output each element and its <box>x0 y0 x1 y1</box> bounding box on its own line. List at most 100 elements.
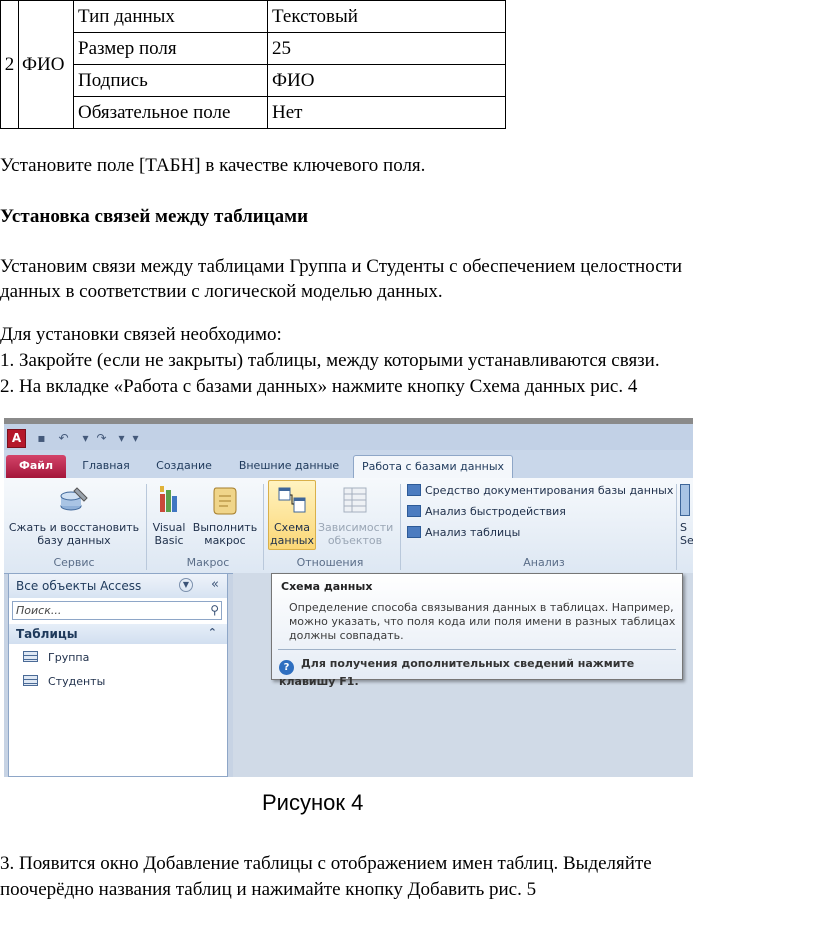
cut-off-icon <box>680 484 690 516</box>
save-icon[interactable]: ▪ <box>34 431 49 445</box>
performance-label: Анализ быстродействия <box>425 505 566 518</box>
compact-label-2: базу данных <box>37 534 111 547</box>
collapse-pane-icon[interactable]: « <box>211 577 219 592</box>
figure-caption: Рисунок 4 <box>262 790 364 815</box>
tab-database-tools[interactable]: Работа с базами данных <box>353 455 513 478</box>
vb-label-2: Basic <box>154 534 184 547</box>
analyze-table-button[interactable]: Анализ таблицы <box>407 526 520 539</box>
quick-access-toolbar: A ▪ ↶ ▾ ↷ ▾ ▾ <box>4 418 693 450</box>
group-divider <box>146 484 147 570</box>
step-1: 1. Закройте (если не закрыты) таблицы, м… <box>0 350 660 371</box>
tooltip-divider <box>278 649 676 650</box>
analyze-table-icon <box>407 526 421 538</box>
redo-icon[interactable]: ↷ <box>94 431 109 445</box>
search-icon[interactable]: ⚲ <box>210 603 219 617</box>
table-row: Подпись ФИО <box>1 64 506 97</box>
value-cell: ФИО <box>267 64 506 97</box>
object-dependencies-button[interactable]: Зависимости объектов <box>318 484 394 547</box>
tooltip-help: ? Для получения дополнительных сведений н… <box>279 657 682 688</box>
property-cell: Размер поля <box>73 32 268 65</box>
relationships-icon <box>278 487 306 513</box>
tab-file[interactable]: Файл <box>6 455 66 478</box>
cut-off-ribbon-button[interactable]: S Se <box>680 484 693 547</box>
list-item[interactable]: Группа <box>23 651 89 664</box>
chevron-up-icon[interactable]: ⌃ <box>208 626 217 639</box>
step-3-line-2: поочерёдно названия таблиц и нажимайте к… <box>0 879 537 900</box>
cut-off-label-2: Se <box>680 534 693 547</box>
intro-line-1: Установим связи между таблицами Группа и… <box>0 256 683 277</box>
tooltip-help-text: Для получения дополнительных сведений на… <box>279 657 635 688</box>
tooltip-line-3: должны совпадать. <box>289 629 404 642</box>
customize-qat-icon[interactable]: ▾ <box>128 431 143 445</box>
access-screenshot: A ▪ ↶ ▾ ↷ ▾ ▾ Файл Главная Создание Внеш… <box>4 418 693 777</box>
field-number-cell: 2 <box>0 0 19 129</box>
chevron-down-icon[interactable]: ▾ <box>78 431 93 445</box>
cut-off-label-1: S <box>680 521 687 534</box>
list-item[interactable]: Студенты <box>23 675 105 688</box>
group-divider <box>263 484 264 570</box>
object-dependencies-icon <box>343 487 367 513</box>
nav-item-label: Студенты <box>48 675 106 688</box>
dependencies-label-1: Зависимости <box>318 521 394 534</box>
nav-item-label: Группа <box>48 651 90 664</box>
ribbon-tabs: Файл Главная Создание Внешние данные Раб… <box>4 450 693 478</box>
property-cell: Тип данных <box>73 0 268 33</box>
group-label-service: Сервис <box>53 556 95 569</box>
key-field-instruction: Установите поле [ТАБН] в качестве ключев… <box>0 155 426 176</box>
help-icon: ? <box>279 660 294 675</box>
field-name-cell: ФИО <box>18 0 74 129</box>
table-icon <box>23 675 38 686</box>
group-label-analysis: Анализ <box>523 556 565 569</box>
group-divider <box>676 484 677 570</box>
performance-icon <box>407 505 421 517</box>
nav-group-tables[interactable]: Таблицы ⌃ <box>9 624 227 644</box>
run-macro-label-2: макрос <box>204 534 246 547</box>
run-macro-button[interactable]: Выполнить макрос <box>192 484 258 547</box>
table-icon <box>23 651 38 662</box>
chevron-down-icon[interactable]: ▼ <box>179 578 193 592</box>
value-cell: Нет <box>267 96 506 129</box>
table-row: Обязательное поле Нет <box>1 96 506 129</box>
compact-label-1: Сжать и восстановить <box>8 521 140 534</box>
value-cell: Текстовый <box>267 0 506 33</box>
tab-home[interactable]: Главная <box>70 455 142 478</box>
property-cell: Обязательное поле <box>73 96 268 129</box>
search-placeholder: Поиск... <box>16 604 62 617</box>
search-input[interactable]: Поиск... ⚲ <box>12 601 222 620</box>
vb-label-1: Visual <box>152 521 186 534</box>
nav-header-title: Все объекты Access <box>16 579 142 593</box>
database-documenter-button[interactable]: Средство документирования базы данных <box>407 484 673 497</box>
dependencies-label-2: объектов <box>327 534 383 547</box>
analyze-performance-button[interactable]: Анализ быстродействия <box>407 505 566 518</box>
ribbon: Сжать и восстановить базу данных Сервис … <box>4 478 693 574</box>
visual-basic-button[interactable]: Visual Basic <box>150 484 188 547</box>
step-3-line-1: 3. Появится окно Добавление таблицы с от… <box>0 853 652 874</box>
tooltip-title: Схема данных <box>281 580 373 593</box>
undo-icon[interactable]: ↶ <box>56 431 71 445</box>
steps-intro: Для установки связей необходимо: <box>0 324 282 345</box>
compact-database-icon <box>60 487 88 511</box>
step-2: 2. На вкладке «Работа с базами данных» н… <box>0 376 638 397</box>
relationships-tooltip: Схема данных Определение способа связыва… <box>271 573 683 688</box>
value-cell: 25 <box>267 32 506 65</box>
tab-create[interactable]: Создание <box>146 455 222 478</box>
table-row: 2 ФИО Тип данных Текстовый <box>0 0 506 129</box>
relationships-label-1: Схема <box>274 521 310 534</box>
group-label-relationships: Отношения <box>296 556 364 569</box>
nav-group-label: Таблицы <box>16 627 78 641</box>
chevron-down-icon[interactable]: ▾ <box>114 431 129 445</box>
navigation-pane: Все объекты Access ▼ « Поиск... ⚲ Таблиц… <box>8 573 228 777</box>
macro-scroll-icon <box>213 487 237 515</box>
property-cell: Подпись <box>73 64 268 97</box>
documenter-label: Средство документирования базы данных <box>425 484 674 497</box>
tooltip-body: Определение способа связывания данных в … <box>289 601 675 643</box>
relationships-button[interactable]: Схема данных <box>268 484 316 547</box>
documenter-icon <box>407 484 421 496</box>
access-app-icon[interactable]: A <box>7 429 26 448</box>
section-heading: Установка связей между таблицами <box>0 206 309 227</box>
compact-repair-button[interactable]: Сжать и восстановить базу данных <box>8 484 140 547</box>
tooltip-line-1: Определение способа связывания данных в … <box>289 601 674 614</box>
navigation-pane-header[interactable]: Все объекты Access ▼ « <box>9 574 227 598</box>
relationships-label-2: данных <box>270 534 314 547</box>
tab-external-data[interactable]: Внешние данные <box>226 455 352 478</box>
